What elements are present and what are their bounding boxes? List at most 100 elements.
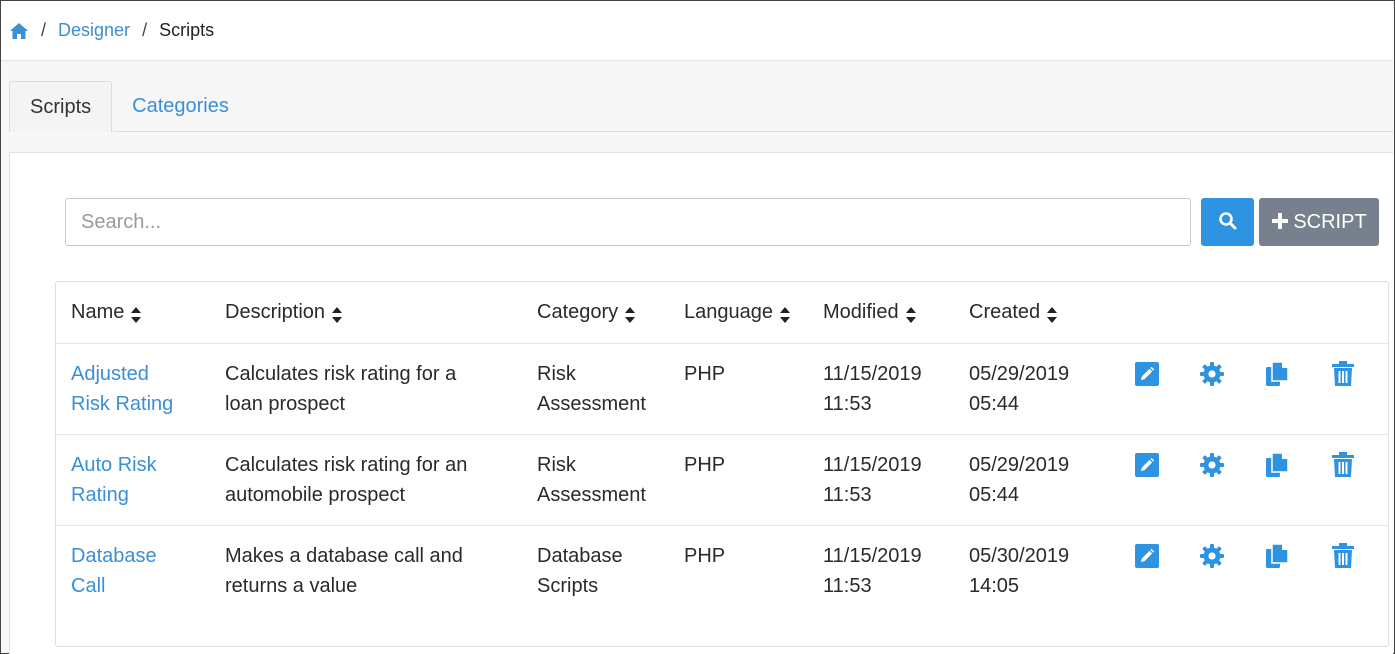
description-line: Makes a database call and — [225, 545, 463, 567]
script-name-link[interactable]: Auto Risk Rating — [71, 450, 211, 510]
row-actions — [1131, 541, 1371, 571]
created-time: 05:44 — [969, 393, 1020, 415]
modified-time: 11:53 — [823, 484, 872, 506]
modified-date: 11/15/2019 — [823, 454, 922, 476]
script-created: 05/30/2019 14:05 — [969, 541, 1099, 601]
column-header-name[interactable]: Name — [71, 297, 211, 327]
script-category: Database Scripts — [537, 541, 667, 601]
script-name-line[interactable]: Rating — [71, 484, 129, 506]
script-name-line[interactable]: Call — [71, 575, 105, 597]
modified-time: 11:53 — [823, 575, 872, 597]
column-label: Description — [225, 301, 326, 323]
script-modified: 11/15/2019 11:53 — [823, 541, 953, 601]
script-modified: 11/15/2019 11:53 — [823, 450, 953, 510]
gear-icon[interactable] — [1197, 541, 1227, 571]
column-header-modified[interactable]: Modified — [823, 297, 953, 327]
script-name-link[interactable]: Database Call — [71, 541, 211, 601]
script-name-line[interactable]: Risk Rating — [71, 393, 173, 415]
column-label: Name — [71, 301, 125, 323]
script-created: 05/29/2019 05:44 — [969, 359, 1099, 419]
category-line: Scripts — [537, 575, 599, 597]
created-date: 05/30/2019 — [969, 545, 1070, 567]
search-button[interactable] — [1201, 198, 1254, 246]
script-description: Calculates risk rating for a loan prospe… — [225, 359, 515, 419]
gear-icon[interactable] — [1197, 450, 1227, 480]
tab-bar: Scripts Categories — [9, 81, 249, 132]
sort-icon[interactable] — [779, 303, 791, 323]
column-label: Modified — [823, 301, 899, 323]
created-time: 05:44 — [969, 484, 1020, 506]
script-category: Risk Assessment — [537, 450, 667, 510]
created-date: 05/29/2019 — [969, 454, 1070, 476]
category-line: Risk — [537, 363, 576, 385]
trash-icon[interactable] — [1328, 541, 1358, 571]
script-name-line[interactable]: Auto Risk — [71, 454, 157, 476]
tab-categories[interactable]: Categories — [112, 81, 249, 132]
script-name-link[interactable]: Adjusted Risk Rating — [71, 359, 211, 419]
sort-icon[interactable] — [130, 303, 142, 323]
add-script-label: SCRIPT — [1293, 210, 1367, 233]
modified-date: 11/15/2019 — [823, 545, 922, 567]
script-description: Makes a database call and returns a valu… — [225, 541, 515, 601]
sort-icon[interactable] — [624, 303, 636, 323]
home-icon[interactable] — [9, 21, 29, 41]
script-description: Calculates risk rating for an automobile… — [225, 450, 515, 510]
sort-icon[interactable] — [1046, 303, 1058, 323]
search-icon — [1218, 211, 1238, 234]
sort-icon[interactable] — [905, 303, 917, 323]
created-date: 05/29/2019 — [969, 363, 1070, 385]
copy-icon[interactable] — [1262, 450, 1292, 480]
column-label: Category — [537, 301, 619, 323]
category-line: Database — [537, 545, 623, 567]
tab-divider — [113, 131, 1393, 132]
modified-time: 11:53 — [823, 393, 872, 415]
description-line: Calculates risk rating for a — [225, 363, 457, 385]
description-line: automobile prospect — [225, 484, 406, 506]
edit-icon[interactable] — [1132, 450, 1162, 480]
script-modified: 11/15/2019 11:53 — [823, 359, 953, 419]
plus-icon — [1271, 208, 1289, 234]
trash-icon[interactable] — [1328, 450, 1358, 480]
row-actions — [1131, 450, 1371, 480]
breadcrumb-current: Scripts — [159, 20, 215, 40]
copy-icon[interactable] — [1262, 359, 1292, 389]
scripts-table: Name Description Category Language Modif… — [55, 281, 1389, 647]
script-created: 05/29/2019 05:44 — [969, 450, 1099, 510]
description-line: returns a value — [225, 575, 358, 597]
copy-icon[interactable] — [1262, 541, 1292, 571]
column-header-created[interactable]: Created — [969, 297, 1099, 327]
created-time: 14:05 — [969, 575, 1020, 597]
script-name-line[interactable]: Database — [71, 545, 157, 567]
table-row: Database Call Makes a database call and … — [56, 526, 1388, 646]
sort-icon[interactable] — [331, 303, 343, 323]
column-header-language[interactable]: Language — [684, 297, 790, 327]
breadcrumb-designer-link[interactable]: Designer — [58, 20, 130, 41]
edit-icon[interactable] — [1132, 541, 1162, 571]
trash-icon[interactable] — [1328, 359, 1358, 389]
category-line: Risk — [537, 454, 576, 476]
search-input[interactable] — [65, 198, 1191, 246]
category-line: Assessment — [537, 484, 646, 506]
column-label: Language — [684, 301, 773, 323]
modified-date: 11/15/2019 — [823, 363, 922, 385]
description-line: loan prospect — [225, 393, 346, 415]
row-actions — [1131, 359, 1371, 389]
column-header-description[interactable]: Description — [225, 297, 515, 327]
column-label: Created — [969, 301, 1041, 323]
tab-scripts[interactable]: Scripts — [9, 81, 113, 132]
breadcrumb: / Designer / Scripts — [1, 1, 1393, 61]
category-line: Assessment — [537, 393, 646, 415]
edit-icon[interactable] — [1132, 359, 1162, 389]
table-row: Auto Risk Rating Calculates risk rating … — [56, 435, 1388, 526]
script-name-line[interactable]: Adjusted — [71, 363, 149, 385]
script-language: PHP — [684, 545, 726, 567]
table-row: Adjusted Risk Rating Calculates risk rat… — [56, 344, 1388, 435]
column-header-category[interactable]: Category — [537, 297, 667, 327]
script-category: Risk Assessment — [537, 359, 667, 419]
table-header: Name Description Category Language Modif… — [56, 282, 1388, 344]
script-language: PHP — [684, 363, 726, 385]
script-language: PHP — [684, 454, 726, 476]
gear-icon[interactable] — [1197, 359, 1227, 389]
add-script-button[interactable]: SCRIPT — [1259, 198, 1379, 246]
breadcrumb-separator: / — [142, 20, 148, 40]
